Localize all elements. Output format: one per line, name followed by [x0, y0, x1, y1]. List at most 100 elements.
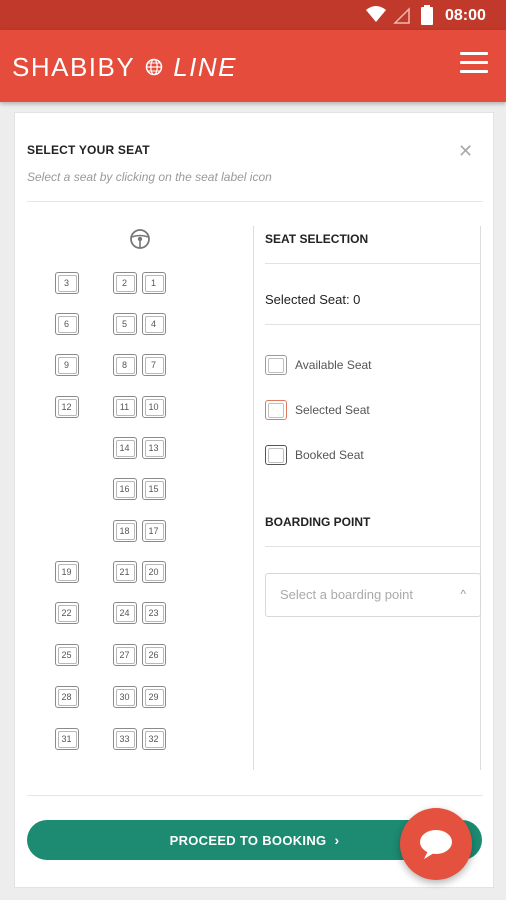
seat-number: 29 — [148, 692, 159, 702]
seat-map: 3 2 1 6 5 4 9 8 7 12 11 10 14 13 16 15 1… — [29, 228, 269, 768]
seat[interactable]: 15 — [142, 478, 166, 500]
status-bar: 08:00 — [0, 0, 506, 30]
seat[interactable]: 17 — [142, 520, 166, 542]
seat-number: 18 — [119, 526, 130, 536]
seat-number: 15 — [148, 484, 159, 494]
seat[interactable]: 26 — [142, 644, 166, 666]
menu-icon-bar — [460, 61, 488, 64]
seat-number: 25 — [61, 650, 72, 660]
globe-icon — [145, 52, 163, 83]
seat[interactable]: 20 — [142, 561, 166, 583]
seat-number: 20 — [148, 567, 159, 577]
selected-seat-icon — [265, 400, 287, 420]
clock-time: 08:00 — [445, 7, 486, 24]
chevron-up-icon: ^ — [460, 587, 466, 601]
seat-number: 28 — [61, 692, 72, 702]
seat-number: 13 — [148, 443, 159, 453]
available-seat-icon — [265, 355, 287, 375]
seat-number: 32 — [148, 734, 159, 744]
seat-number: 23 — [148, 608, 159, 618]
seat-number: 16 — [119, 484, 130, 494]
seat-number: 17 — [148, 526, 159, 536]
seat[interactable]: 19 — [55, 561, 79, 583]
seat[interactable]: 10 — [142, 396, 166, 418]
seat-selection-card: SELECT YOUR SEAT Select a seat by clicki… — [14, 112, 494, 888]
seat-number: 9 — [63, 360, 69, 370]
seat-number: 30 — [119, 692, 130, 702]
seat-number: 11 — [119, 402, 130, 412]
seat[interactable]: 33 — [113, 728, 137, 750]
section-divider — [265, 546, 481, 547]
seat-number: 7 — [150, 360, 156, 370]
seat[interactable]: 4 — [142, 313, 166, 335]
booked-seat-icon — [265, 445, 287, 465]
seat-number: 26 — [148, 650, 159, 660]
seat-number: 21 — [119, 567, 130, 577]
seat[interactable]: 13 — [142, 437, 166, 459]
selected-seat-count: Selected Seat: 0 — [265, 292, 361, 307]
card-subtitle: Select a seat by clicking on the seat la… — [27, 170, 272, 184]
legend-label: Available Seat — [295, 358, 372, 372]
brand-name-right: LINE — [173, 52, 238, 82]
steering-wheel-icon — [129, 228, 151, 255]
seat-number: 10 — [148, 402, 159, 412]
seat[interactable]: 28 — [55, 686, 79, 708]
seat-number: 33 — [119, 734, 130, 744]
boarding-point-placeholder: Select a boarding point — [280, 587, 413, 602]
seat[interactable]: 5 — [113, 313, 137, 335]
seat-number: 8 — [121, 360, 127, 370]
brand-name-left: SHABIBY — [12, 52, 136, 82]
brand-logo: SHABIBY LINE — [12, 52, 237, 83]
seat[interactable]: 16 — [113, 478, 137, 500]
app-bar: SHABIBY LINE — [0, 30, 506, 102]
seat[interactable]: 31 — [55, 728, 79, 750]
seat[interactable]: 12 — [55, 396, 79, 418]
seat[interactable]: 1 — [142, 272, 166, 294]
close-icon[interactable]: ✕ — [458, 141, 473, 162]
legend-selected: Selected Seat — [265, 400, 370, 420]
seat[interactable]: 30 — [113, 686, 137, 708]
seat[interactable]: 9 — [55, 354, 79, 376]
seat[interactable]: 25 — [55, 644, 79, 666]
seat-number: 31 — [61, 734, 72, 744]
footer-divider — [27, 795, 483, 796]
seat-number: 22 — [61, 608, 72, 618]
header-divider — [27, 201, 483, 202]
seat[interactable]: 11 — [113, 396, 137, 418]
seat[interactable]: 27 — [113, 644, 137, 666]
seat[interactable]: 2 — [113, 272, 137, 294]
seat-number: 6 — [63, 319, 69, 329]
seat-number: 14 — [119, 443, 130, 453]
seat-number: 4 — [150, 319, 156, 329]
seat[interactable]: 6 — [55, 313, 79, 335]
legend-label: Booked Seat — [295, 448, 364, 462]
seat-number: 5 — [121, 319, 127, 329]
seat[interactable]: 3 — [55, 272, 79, 294]
seat[interactable]: 23 — [142, 602, 166, 624]
signal-icon — [393, 6, 411, 29]
seat[interactable]: 8 — [113, 354, 137, 376]
seat[interactable]: 24 — [113, 602, 137, 624]
card-title: SELECT YOUR SEAT — [27, 143, 150, 157]
proceed-label: PROCEED TO BOOKING — [169, 832, 327, 848]
section-divider — [265, 324, 481, 325]
seat[interactable]: 32 — [142, 728, 166, 750]
seat[interactable]: 18 — [113, 520, 137, 542]
seat-number: 2 — [121, 278, 127, 288]
seat-number: 19 — [61, 567, 72, 577]
seat[interactable]: 7 — [142, 354, 166, 376]
seat-number: 24 — [119, 608, 130, 618]
seat-number: 27 — [119, 650, 130, 660]
seat-number: 3 — [63, 278, 69, 288]
seat[interactable]: 22 — [55, 602, 79, 624]
boarding-point-select[interactable]: Select a boarding point ^ — [265, 573, 481, 617]
menu-icon-bar — [460, 70, 488, 73]
chat-button[interactable] — [400, 808, 472, 880]
seat[interactable]: 29 — [142, 686, 166, 708]
seat[interactable]: 21 — [113, 561, 137, 583]
seat[interactable]: 14 — [113, 437, 137, 459]
chat-bubble-icon — [420, 830, 452, 859]
seat-selection-heading: SEAT SELECTION — [265, 232, 369, 246]
legend-label: Selected Seat — [295, 403, 370, 417]
hamburger-menu-button[interactable] — [458, 52, 490, 80]
